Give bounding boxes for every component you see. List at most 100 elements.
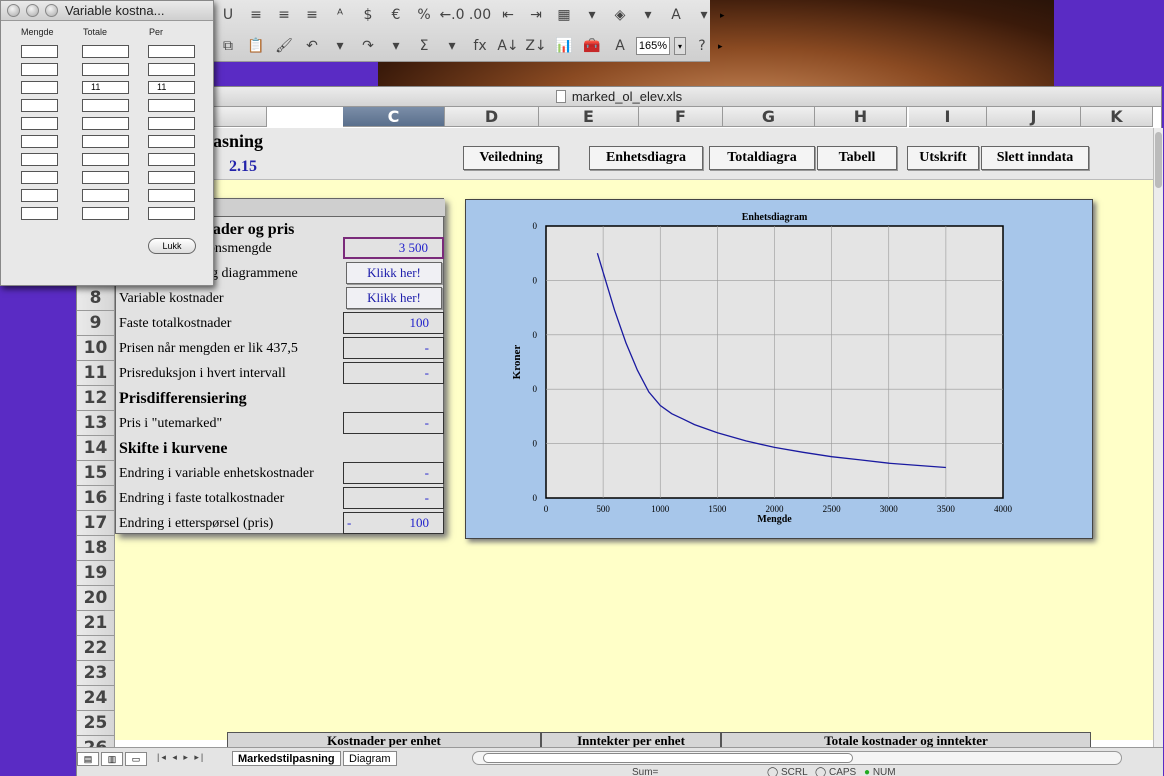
palette-input[interactable] — [21, 117, 58, 130]
toolbar-button[interactable]: ▾ — [692, 4, 716, 26]
palette-input[interactable] — [148, 189, 195, 202]
page-layout-button[interactable]: ▥ — [101, 752, 123, 766]
nav-button[interactable]: Tabell — [817, 146, 897, 170]
tab-diagram[interactable]: Diagram — [343, 751, 397, 766]
toolbar-button[interactable]: ≡ — [300, 4, 324, 26]
row-header[interactable]: 22 — [77, 636, 115, 661]
palette-input[interactable] — [148, 99, 195, 112]
minimize-icon[interactable] — [26, 4, 39, 17]
toolbar-button[interactable]: ≡ — [272, 4, 296, 26]
palette-input[interactable] — [21, 45, 58, 58]
palette-input[interactable] — [21, 99, 58, 112]
row-header[interactable]: 8 — [77, 286, 115, 311]
palette-input[interactable] — [21, 81, 58, 94]
row-header[interactable]: 21 — [77, 611, 115, 636]
zoom-icon[interactable] — [45, 4, 58, 17]
row-header[interactable]: 9 — [77, 311, 115, 336]
column-header-d[interactable]: D — [445, 107, 539, 127]
palette-input[interactable] — [82, 153, 129, 166]
toolbar-button[interactable]: 📊 — [552, 35, 576, 57]
toolbar-button[interactable]: ▦ — [552, 4, 576, 26]
toolbar-button[interactable]: ▾ — [328, 35, 352, 57]
toolbar-button[interactable]: € — [384, 4, 408, 26]
toolbar-button[interactable]: ▾ — [580, 4, 604, 26]
palette-input[interactable] — [148, 153, 195, 166]
column-header-e[interactable]: E — [539, 107, 639, 127]
palette-input[interactable] — [148, 135, 195, 148]
column-header-j[interactable]: J — [987, 107, 1081, 127]
palette-input[interactable] — [148, 171, 195, 184]
sheet-scroll-arrows[interactable]: |◂ ◂ ▸ ▸| — [157, 752, 205, 763]
chevron-down-icon[interactable]: ▾ — [674, 37, 686, 55]
toolbar-button[interactable]: ⇥ — [524, 4, 548, 26]
toolbar-more-icon[interactable]: ▸ — [720, 10, 725, 21]
row-header[interactable]: 17 — [77, 511, 115, 536]
row-header[interactable]: 23 — [77, 661, 115, 686]
nav-button[interactable]: Veiledning — [463, 146, 559, 170]
row-header[interactable]: 19 — [77, 561, 115, 586]
column-header-h[interactable]: H — [815, 107, 907, 127]
column-header-i[interactable]: I — [909, 107, 987, 127]
toolbar-button[interactable]: ↶ — [300, 35, 324, 57]
panel-value[interactable]: - — [343, 412, 444, 434]
vertical-scroll-thumb[interactable] — [1155, 132, 1162, 188]
palette-input[interactable]: 11 — [148, 81, 195, 94]
toolbar-button[interactable]: ←.0 — [439, 4, 464, 26]
palette-input[interactable] — [21, 63, 58, 76]
click-here-button[interactable]: Klikk her! — [346, 262, 442, 284]
palette-input[interactable] — [148, 117, 195, 130]
row-header[interactable]: 25 — [77, 711, 115, 736]
zoom-select[interactable]: 165% — [636, 37, 670, 55]
toolbar-button[interactable]: ᴬ — [328, 4, 352, 26]
row-header[interactable]: 16 — [77, 486, 115, 511]
page-break-button[interactable]: ▭ — [125, 752, 147, 766]
column-header-f[interactable]: F — [639, 107, 723, 127]
palette-input[interactable] — [21, 189, 58, 202]
panel-value[interactable]: 100 — [343, 312, 444, 334]
palette-input[interactable] — [82, 63, 129, 76]
toolbar-button[interactable]: A — [608, 35, 632, 57]
nav-button[interactable]: Slett inndata — [981, 146, 1089, 170]
toolbar-button[interactable]: ▾ — [440, 35, 464, 57]
palette-input[interactable] — [21, 153, 58, 166]
toolbar-button[interactable]: ⧉ — [216, 35, 240, 57]
toolbar-button[interactable]: 🖌 — [272, 35, 296, 57]
column-header-k[interactable]: K — [1081, 107, 1153, 127]
normal-view-button[interactable]: ▤ — [77, 752, 99, 766]
palette-input[interactable] — [21, 171, 58, 184]
palette-input[interactable] — [148, 63, 195, 76]
panel-value[interactable]: - — [343, 462, 444, 484]
toolbar-button[interactable]: .00 — [468, 4, 492, 26]
panel-value[interactable]: - — [343, 487, 444, 509]
row-header[interactable]: 12 — [77, 386, 115, 411]
toolbar-button[interactable]: ↷ — [356, 35, 380, 57]
horizontal-scroll-thumb[interactable] — [483, 753, 853, 763]
vertical-scrollbar[interactable] — [1153, 128, 1163, 748]
close-button[interactable]: Lukk — [148, 238, 196, 254]
tab-markedstilpasning[interactable]: Markedstilpasning — [232, 751, 341, 766]
row-header[interactable]: 24 — [77, 686, 115, 711]
toolbar-button[interactable]: ≡ — [244, 4, 268, 26]
toolbar-button[interactable]: 📋 — [244, 35, 268, 57]
row-header[interactable]: 10 — [77, 336, 115, 361]
palette-input[interactable]: 11 — [82, 81, 129, 94]
panel-value[interactable]: - — [343, 337, 444, 359]
toolbar-more-icon[interactable]: ▸ — [718, 41, 723, 52]
palette-input[interactable] — [82, 207, 129, 220]
column-header-c[interactable]: C — [343, 107, 445, 127]
toolbar-button[interactable]: Z↓ — [524, 35, 548, 57]
palette-input[interactable] — [82, 45, 129, 58]
toolbar-button[interactable]: ⇤ — [496, 4, 520, 26]
toolbar-button[interactable]: U — [216, 4, 240, 26]
toolbar-button[interactable]: Σ — [412, 35, 436, 57]
palette-input[interactable] — [21, 207, 58, 220]
click-here-button[interactable]: Klikk her! — [346, 287, 442, 309]
nav-button[interactable]: Enhetsdiagra — [589, 146, 703, 170]
close-icon[interactable] — [7, 4, 20, 17]
palette-input[interactable] — [82, 189, 129, 202]
help-button[interactable]: ? — [690, 35, 714, 57]
column-header-g[interactable]: G — [723, 107, 815, 127]
toolbar-button[interactable]: A — [664, 4, 688, 26]
palette-input[interactable] — [148, 207, 195, 220]
toolbar-button[interactable]: % — [412, 4, 436, 26]
